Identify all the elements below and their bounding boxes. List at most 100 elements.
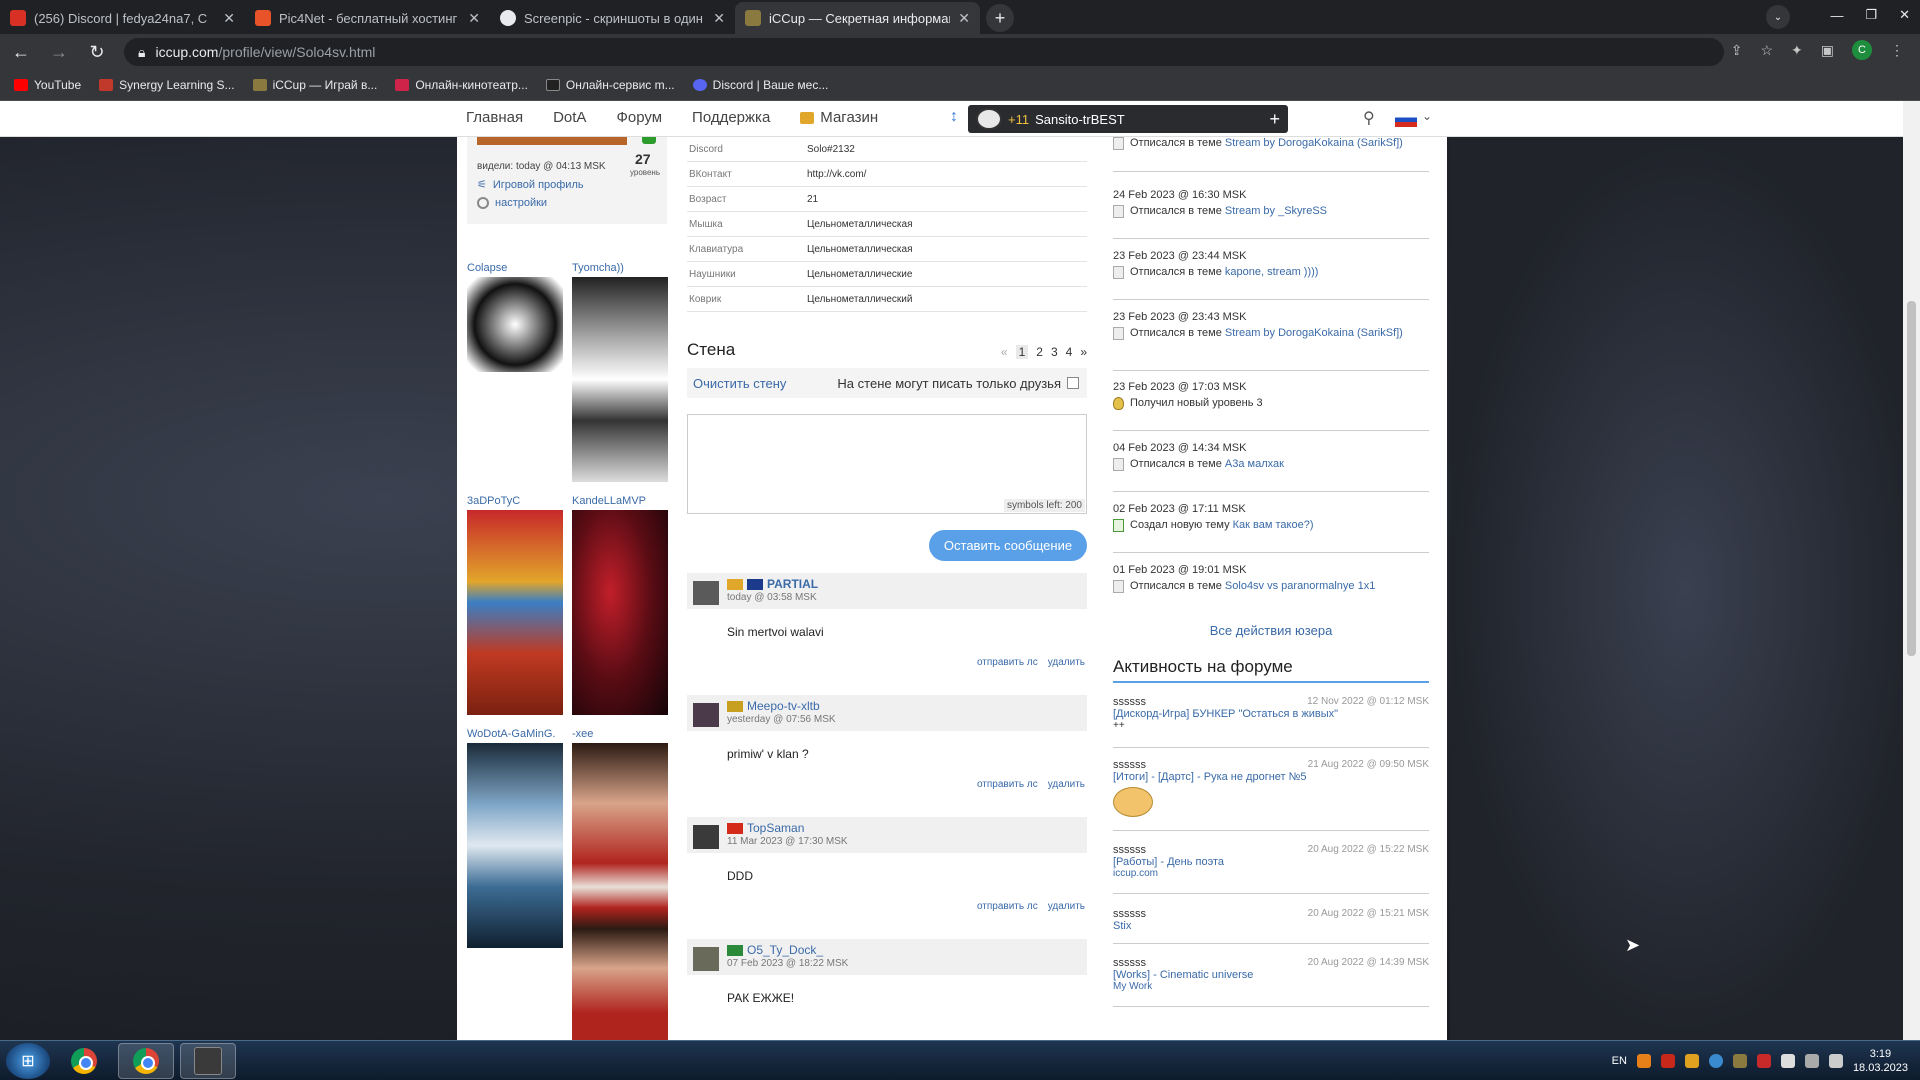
scrollbar-thumb[interactable] bbox=[1907, 301, 1916, 656]
start-button[interactable]: ⊞ bbox=[6, 1042, 50, 1079]
reload-icon[interactable]: ↻ bbox=[86, 42, 108, 63]
plus-icon[interactable]: + bbox=[1269, 109, 1280, 130]
app-tray-icon[interactable] bbox=[1684, 1054, 1699, 1068]
friend-avatar[interactable] bbox=[572, 510, 668, 715]
taskbar-chrome-active[interactable] bbox=[118, 1042, 174, 1079]
friend-avatar[interactable] bbox=[572, 743, 668, 1040]
post-avatar[interactable] bbox=[693, 703, 719, 727]
info-value[interactable]: http://vk.com/ bbox=[807, 169, 866, 180]
delete-link[interactable]: удалить bbox=[1048, 779, 1085, 790]
close-icon[interactable]: ✕ bbox=[958, 10, 970, 27]
back-arrow-icon[interactable]: ← bbox=[10, 42, 32, 63]
activity-link[interactable]: Как вам такое?) bbox=[1233, 519, 1314, 531]
delete-link[interactable]: удалить bbox=[1048, 657, 1085, 668]
shield-tray-icon[interactable] bbox=[1732, 1054, 1747, 1068]
settings-link[interactable]: настройки bbox=[477, 197, 547, 209]
send-pm-link[interactable]: отправить лс bbox=[977, 901, 1038, 912]
chevron-down-icon[interactable]: ⌄ bbox=[1422, 109, 1432, 123]
nav-dota[interactable]: DotA bbox=[553, 109, 586, 126]
profile-avatar[interactable]: C bbox=[1852, 40, 1872, 60]
antivirus-icon[interactable] bbox=[1660, 1054, 1675, 1068]
friend-item[interactable]: 3aDPoTyC bbox=[467, 495, 563, 715]
close-icon[interactable]: ✕ bbox=[223, 10, 235, 27]
send-pm-link[interactable]: отправить лс bbox=[977, 779, 1038, 790]
post-author[interactable]: O5_Ty_Dock_ bbox=[727, 943, 823, 957]
side-panel-icon[interactable]: ▣ bbox=[1821, 42, 1834, 59]
forum-topic[interactable]: [Работы] - День поэта bbox=[1113, 856, 1429, 868]
close-window-icon[interactable]: ✕ bbox=[1899, 7, 1910, 23]
nav-forum[interactable]: Форум bbox=[616, 109, 662, 126]
language-indicator[interactable]: EN bbox=[1612, 1055, 1627, 1067]
wall-message-input[interactable]: symbols left: 200 bbox=[687, 414, 1087, 514]
share-icon[interactable]: ⇪ bbox=[1731, 42, 1743, 59]
activity-link[interactable]: Stream by DorogaKokaina (SarikSf]) bbox=[1225, 137, 1403, 149]
clear-wall-link[interactable]: Очистить стену bbox=[693, 376, 786, 391]
taskbar-game[interactable] bbox=[180, 1042, 236, 1079]
volume-icon[interactable] bbox=[1828, 1054, 1843, 1068]
bookmark-online-service[interactable]: Онлайн-сервис m... bbox=[545, 78, 675, 92]
nav-shop[interactable]: Магазин bbox=[800, 109, 878, 126]
activity-link[interactable]: kapone, stream )))) bbox=[1225, 266, 1319, 278]
friend-item[interactable]: KandeLLaMVP bbox=[572, 495, 668, 715]
tab-search-chevron-icon[interactable]: ⌄ bbox=[1766, 5, 1790, 29]
bookmark-iccup[interactable]: iCCup — Играй в... bbox=[252, 78, 377, 92]
pager-next[interactable]: » bbox=[1080, 345, 1087, 359]
browser-tab[interactable]: Pic4Net - бесплатный хостинг к ✕ bbox=[245, 2, 490, 34]
send-pm-link[interactable]: отправить лс bbox=[977, 657, 1038, 668]
close-icon[interactable]: ✕ bbox=[468, 10, 480, 27]
extensions-icon[interactable]: ✦ bbox=[1791, 42, 1803, 59]
monitor-icon[interactable] bbox=[1804, 1054, 1819, 1068]
activity-link[interactable]: A3a малхак bbox=[1225, 458, 1284, 470]
post-avatar[interactable] bbox=[693, 825, 719, 849]
pager-page[interactable]: 3 bbox=[1051, 345, 1058, 359]
star-icon[interactable]: ☆ bbox=[1760, 42, 1773, 59]
user-box[interactable]: +11 Sansito-trBEST + bbox=[968, 105, 1288, 133]
delete-link[interactable]: удалить bbox=[1048, 901, 1085, 912]
all-actions-link[interactable]: Все действия юзера bbox=[1113, 623, 1429, 638]
forum-topic[interactable]: [Works] - Cinematic universe bbox=[1113, 969, 1429, 981]
forward-arrow-icon[interactable]: → bbox=[48, 42, 70, 63]
bookmark-synergy[interactable]: Synergy Learning S... bbox=[99, 78, 235, 92]
friend-item[interactable]: Tyomcha)) bbox=[572, 262, 668, 482]
browser-tab-active[interactable]: iCCup — Секретная информаци ✕ bbox=[735, 2, 980, 34]
post-author[interactable]: Meepo-tv-xltb bbox=[727, 699, 820, 713]
post-avatar[interactable] bbox=[693, 947, 719, 971]
post-author[interactable]: TopSaman bbox=[727, 821, 804, 835]
page-scrollbar[interactable] bbox=[1903, 101, 1920, 1040]
menu-kebab-icon[interactable]: ⋮ bbox=[1890, 42, 1904, 59]
nav-home[interactable]: Главная bbox=[466, 109, 523, 126]
taskbar-chrome[interactable] bbox=[56, 1043, 112, 1079]
pager-page[interactable]: 4 bbox=[1066, 345, 1073, 359]
post-message-button[interactable]: Оставить сообщение bbox=[929, 530, 1087, 561]
speaker-muted-icon[interactable] bbox=[1756, 1054, 1771, 1068]
friend-avatar[interactable] bbox=[467, 277, 563, 372]
bookmark-discord[interactable]: Discord | Ваше мес... bbox=[692, 78, 828, 92]
bookmark-youtube[interactable]: YouTube bbox=[14, 78, 81, 92]
post-avatar[interactable] bbox=[693, 581, 719, 605]
friend-avatar[interactable] bbox=[467, 510, 563, 715]
forum-topic[interactable]: [Дискорд-Игра] БУНКЕР "Остаться в живых" bbox=[1113, 708, 1429, 720]
friend-item[interactable]: -xee bbox=[572, 728, 668, 1040]
new-tab-button[interactable]: + bbox=[986, 4, 1014, 32]
browser-tab[interactable]: (256) Discord | fedya24na7, С ✕ bbox=[0, 2, 245, 34]
friends-only-checkbox[interactable] bbox=[1067, 377, 1079, 389]
activity-link[interactable]: Stream by DorogaKokaina (SarikSf]) bbox=[1225, 327, 1403, 339]
maximize-icon[interactable]: ❐ bbox=[1865, 7, 1877, 23]
flame-icon[interactable] bbox=[1636, 1054, 1651, 1068]
system-clock[interactable]: 3:19 18.03.2023 bbox=[1853, 1047, 1908, 1075]
forum-snippet-link[interactable]: My Work bbox=[1113, 981, 1429, 992]
flag-notify-icon[interactable] bbox=[1780, 1054, 1795, 1068]
activity-link[interactable]: Solo4sv vs paranormalnye 1x1 bbox=[1225, 580, 1375, 592]
nav-support[interactable]: Поддержка bbox=[692, 109, 770, 126]
activity-link[interactable]: Stream by _SkyreSS bbox=[1225, 205, 1327, 217]
bookmark-kinopoisk[interactable]: Онлайн-кинотеатр... bbox=[395, 78, 528, 92]
russia-flag-icon[interactable] bbox=[1395, 113, 1417, 127]
forum-snippet-link[interactable]: iccup.com bbox=[1113, 868, 1429, 879]
pager-page[interactable]: 2 bbox=[1036, 345, 1043, 359]
forum-topic[interactable]: [Итоги] - [Дартс] - Рука не дрогнет №5 bbox=[1113, 771, 1429, 783]
friend-avatar[interactable] bbox=[572, 277, 668, 482]
friend-avatar[interactable] bbox=[467, 743, 563, 948]
forum-topic[interactable]: Stix bbox=[1113, 920, 1429, 932]
post-author[interactable]: PARTIAL bbox=[727, 577, 818, 591]
network-globe-icon[interactable] bbox=[1708, 1054, 1723, 1068]
